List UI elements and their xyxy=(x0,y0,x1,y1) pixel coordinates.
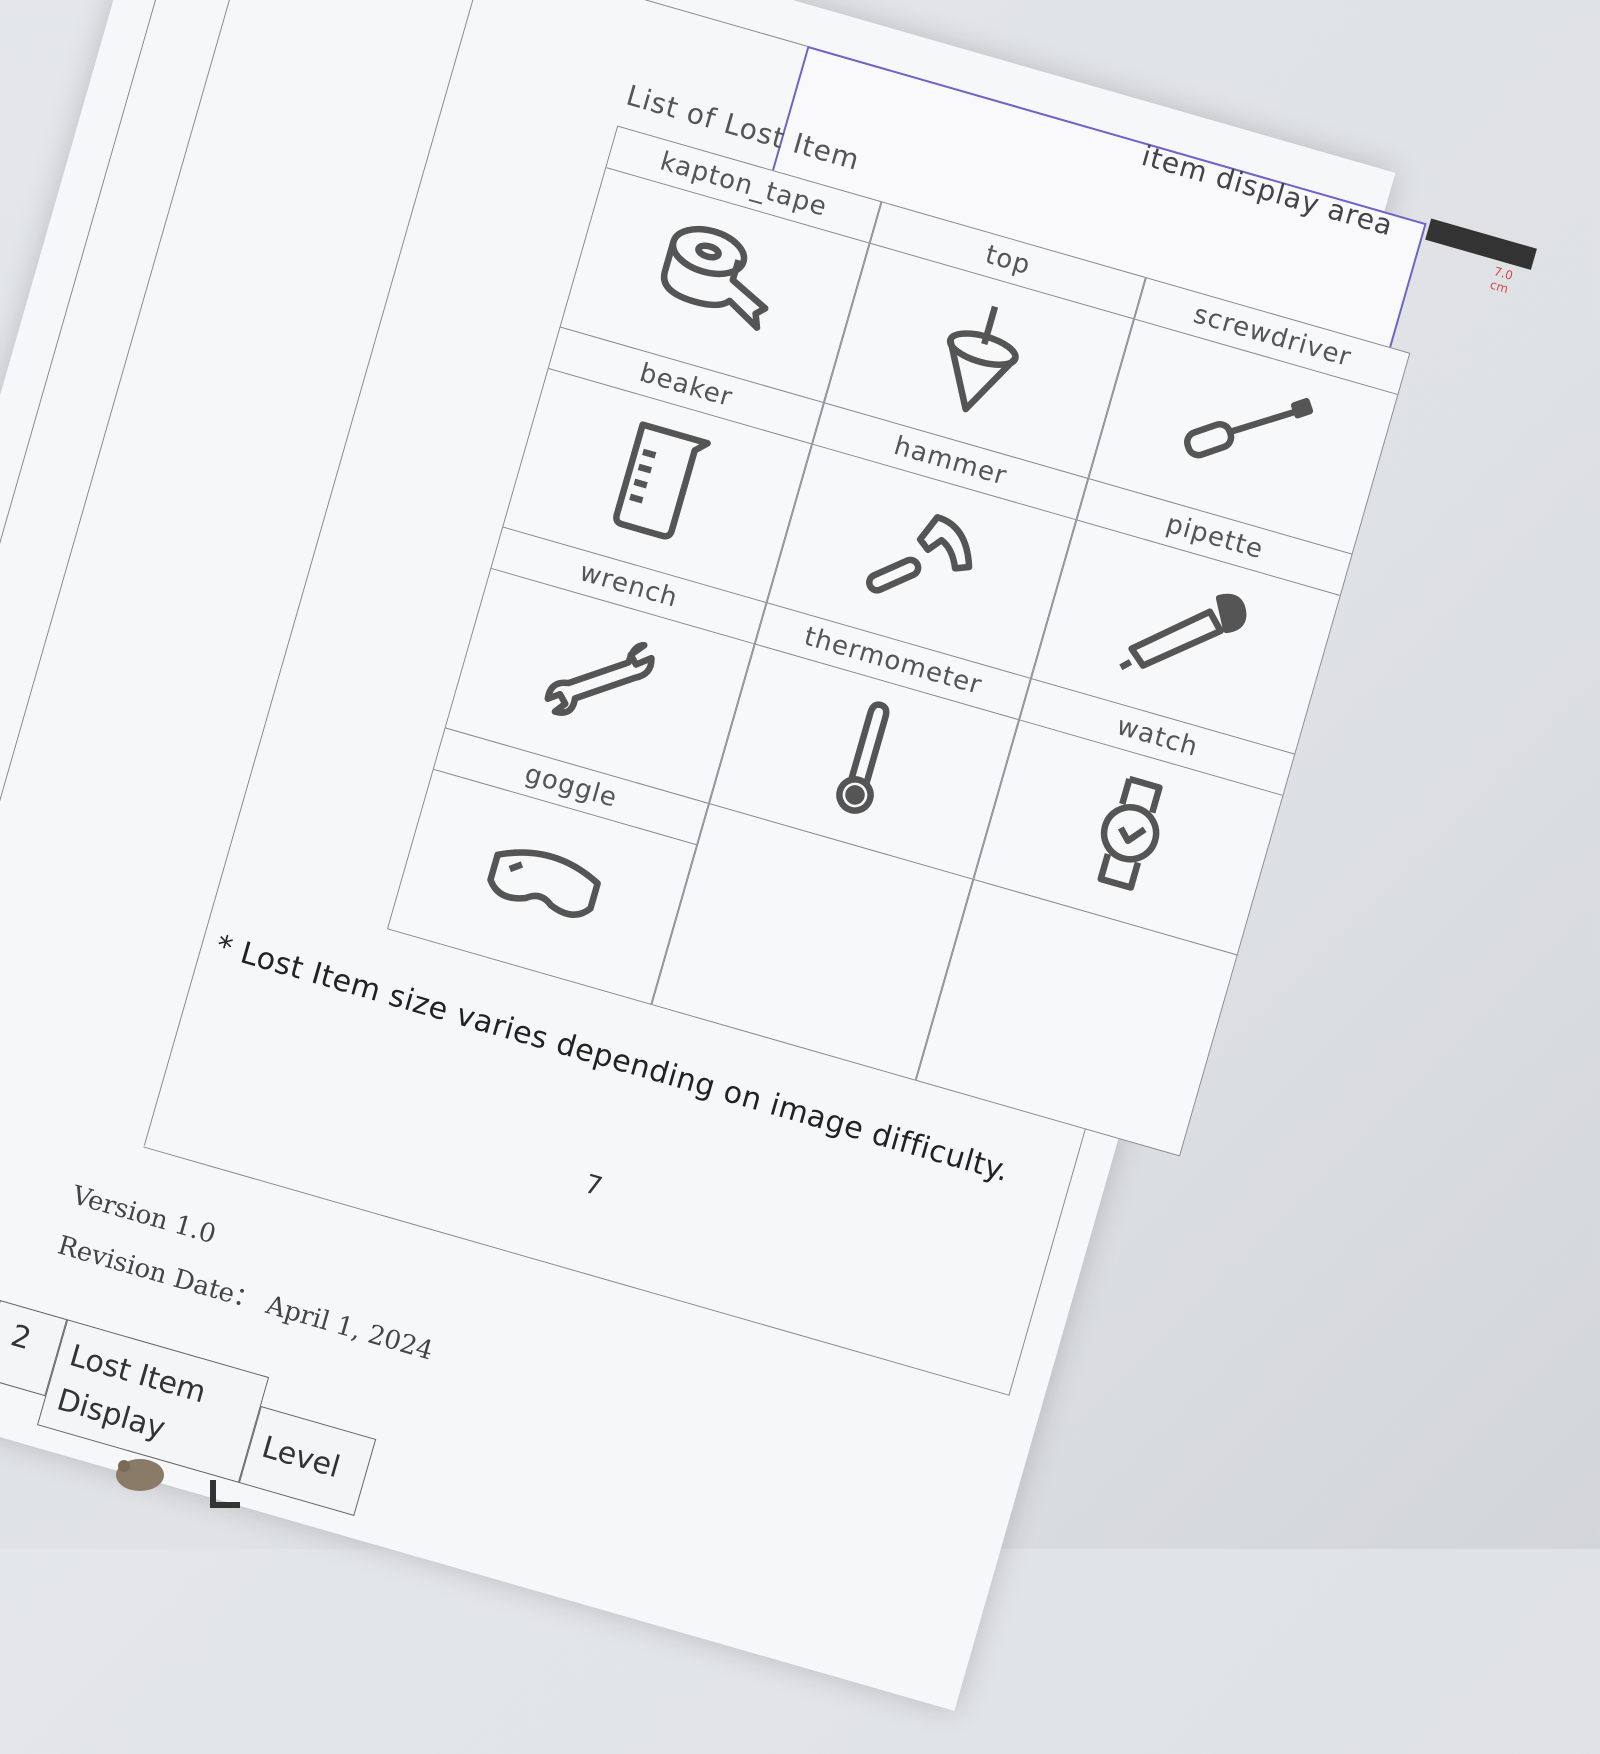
wrench-icon xyxy=(521,601,682,762)
spinning-top-icon xyxy=(900,276,1061,437)
pipette-icon xyxy=(1107,552,1268,713)
screwdriver-icon xyxy=(1164,352,1325,513)
hamster-icon[interactable] xyxy=(110,1450,170,1495)
thermometer-icon xyxy=(785,677,946,838)
display-area-label: item display area xyxy=(1138,139,1398,243)
goggle-icon xyxy=(463,802,624,963)
beaker-icon xyxy=(578,401,739,562)
scale-bar xyxy=(1425,218,1537,270)
height-dimension-label: 7.0 cm xyxy=(1488,264,1515,297)
tape-icon xyxy=(636,200,797,361)
hammer-icon xyxy=(843,476,1004,637)
taskbar-icon[interactable] xyxy=(210,1480,240,1508)
watch-icon xyxy=(1049,753,1210,914)
